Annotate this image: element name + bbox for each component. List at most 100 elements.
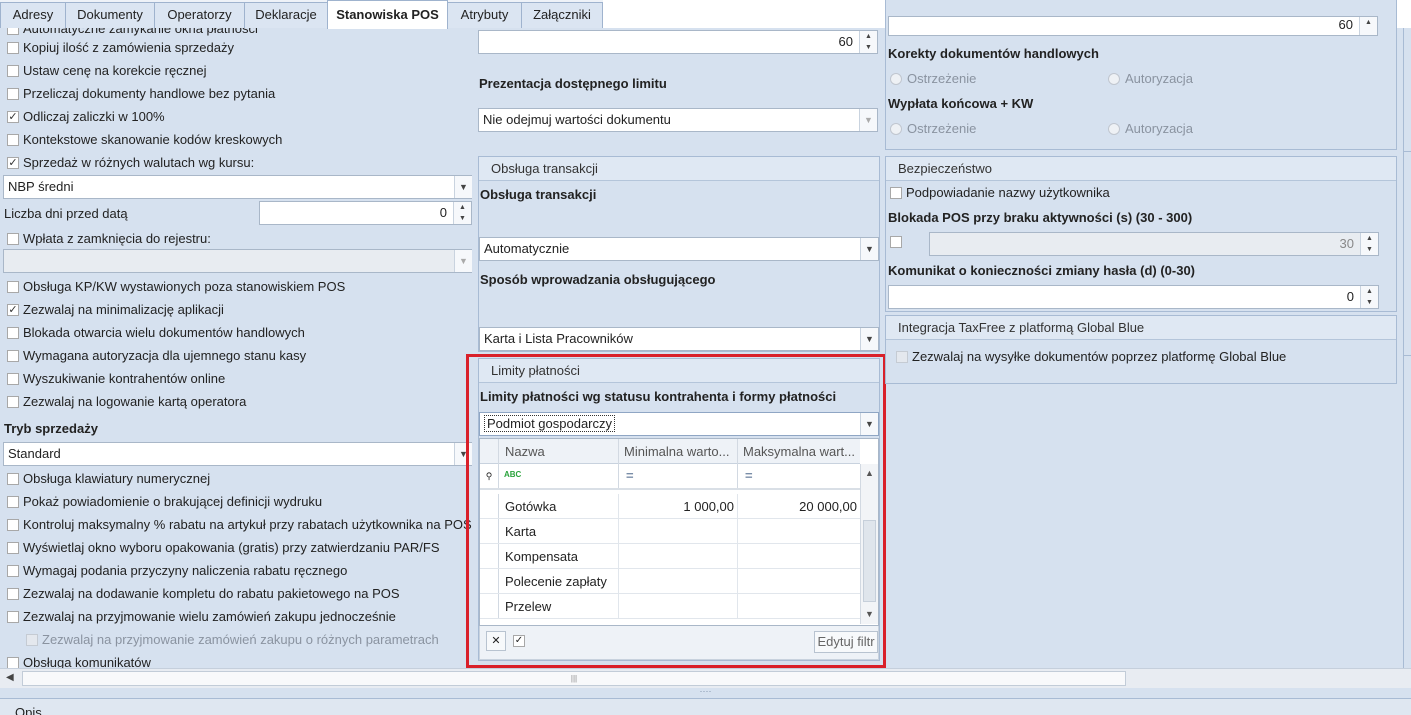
closing-payment-label: Wpłata z zamknięcia do rejestru: — [23, 231, 211, 246]
sub-option-checkbox[interactable] — [26, 634, 38, 646]
pos-lock-input[interactable]: 30 ▲ ▼ — [929, 232, 1379, 256]
sales-mode-label: Tryb sprzedaży — [4, 421, 98, 436]
sub-option-label: Zezwalaj na przyjmowanie zamówień zakupu… — [42, 632, 439, 647]
option-checkbox[interactable] — [7, 542, 19, 554]
final-payment-label: Wypłata końcowa + KW — [888, 96, 1034, 111]
security-group-title: Bezpieczeństwo — [886, 157, 1396, 181]
taxfree-group: Integracja TaxFree z platformą Global Bl… — [885, 315, 1397, 384]
spinner-icon[interactable]: ▲ ▼ — [1360, 233, 1378, 255]
tab-zalaczniki[interactable]: Załączniki — [521, 2, 603, 28]
option-checkbox[interactable] — [7, 42, 19, 54]
pos-lock-value: 30 — [1339, 236, 1354, 251]
corrections-label: Korekty dokumentów handlowych — [888, 46, 1099, 61]
limit-presentation-select[interactable]: Nie odejmuj wartości dokumentu ▼ — [478, 108, 878, 132]
option-checkbox[interactable] — [7, 350, 19, 362]
chevron-down-icon[interactable]: ▼ — [859, 109, 877, 131]
right-top-number-input[interactable]: 60 ▲ — [888, 16, 1378, 36]
option-label: Wyświetlaj okno wyboru opakowania (grati… — [23, 540, 440, 555]
option-checkbox[interactable] — [7, 281, 19, 293]
tab-dokumenty[interactable]: Dokumenty — [65, 2, 155, 28]
option-label: Kontroluj maksymalny % rabatu na artykuł… — [23, 517, 472, 532]
option-label: Odliczaj zaliczki w 100% — [23, 109, 165, 124]
option-checkbox[interactable] — [7, 373, 19, 385]
pos-lock-checkbox[interactable] — [890, 236, 902, 248]
suggest-username-label: Podpowiadanie nazwy użytkownika — [906, 185, 1110, 200]
option-label: Zezwalaj na przyjmowanie wielu zamówień … — [23, 609, 396, 624]
option-checkbox[interactable] — [7, 473, 19, 485]
spinner-icon[interactable]: ▲ ▼ — [453, 202, 471, 224]
sales-mode-value: Standard — [8, 446, 61, 461]
middle-top-number-value: 60 — [838, 34, 853, 49]
password-change-label: Komunikat o konieczności zmiany hasła (d… — [888, 263, 1196, 278]
tab-stanowiska-pos[interactable]: Stanowiska POS — [327, 0, 448, 29]
option-checkbox[interactable] — [7, 565, 19, 577]
option-label: Blokada otwarcia wielu dokumentów handlo… — [23, 325, 305, 340]
scroll-left-icon[interactable]: ◀ — [6, 672, 14, 683]
messages-checkbox[interactable] — [7, 657, 19, 668]
transactions-group: Obsługa transakcji Obsługa transakcji Au… — [478, 156, 880, 352]
option-checkbox[interactable]: ✓ — [7, 111, 19, 123]
option-checkbox[interactable] — [7, 396, 19, 408]
taxfree-option-label: Zezwalaj na wysyłke dokumentów poprzez p… — [912, 349, 1287, 364]
taxfree-checkbox[interactable] — [896, 351, 908, 363]
transactions-group-title: Obsługa transakcji — [479, 157, 879, 181]
description-section: Opis — [0, 698, 1411, 715]
option-label: Przeliczaj dokumenty handlowe bez pytani… — [23, 86, 276, 101]
option-checkbox[interactable]: ✓ — [7, 304, 19, 316]
closing-payment-select[interactable]: ▼ — [3, 249, 472, 273]
spinner-icon[interactable]: ▲ — [1359, 17, 1377, 35]
option-checkbox[interactable] — [7, 496, 19, 508]
final-payment-authorization-label: Autoryzacja — [1125, 121, 1193, 136]
horizontal-scrollbar[interactable]: ◀ ||| — [0, 668, 1411, 688]
final-payment-warning-label: Ostrzeżenie — [907, 121, 977, 136]
limit-presentation-label: Prezentacja dostępnego limitu — [479, 76, 667, 91]
option-label: Zezwalaj na minimalizację aplikacji — [23, 302, 224, 317]
tab-operatorzy[interactable]: Operatorzy — [154, 2, 245, 28]
security-group: Bezpieczeństwo Podpowiadanie nazwy użytk… — [885, 156, 1397, 312]
days-before-input[interactable]: 0 ▲ ▼ — [259, 201, 472, 225]
days-before-label: Liczba dni przed datą — [4, 206, 128, 221]
corrections-warning-radio[interactable] — [890, 73, 902, 85]
left-panel: Automatyczne zamykanie okna płatności Ko… — [0, 28, 472, 668]
input-method-select[interactable]: Karta i Lista Pracowników ▼ — [479, 327, 879, 351]
splitter-handle[interactable]: ···· — [0, 687, 1411, 698]
middle-top-number-input[interactable]: 60 ▲ ▼ — [478, 30, 878, 54]
option-checkbox[interactable]: ✓ — [7, 157, 19, 169]
option-checkbox[interactable] — [7, 65, 19, 77]
chevron-down-icon[interactable]: ▼ — [860, 238, 878, 260]
horizontal-scroll-thumb[interactable]: ||| — [22, 671, 1126, 686]
option-label: Pokaż powiadomienie o brakującej definic… — [23, 494, 323, 509]
chevron-down-icon[interactable]: ▼ — [860, 328, 878, 350]
limit-presentation-value: Nie odejmuj wartości dokumentu — [483, 112, 671, 127]
tab-deklaracje[interactable]: Deklaracje — [244, 2, 328, 28]
chevron-down-icon[interactable]: ▼ — [454, 250, 472, 272]
option-checkbox[interactable] — [7, 519, 19, 531]
chevron-down-icon[interactable]: ▼ — [454, 176, 472, 198]
spinner-icon[interactable]: ▲ ▼ — [1360, 286, 1378, 308]
auto-close-checkbox[interactable] — [7, 28, 19, 35]
option-label: Zezwalaj na dodawanie kompletu do rabatu… — [23, 586, 400, 601]
suggest-username-checkbox[interactable] — [890, 187, 902, 199]
option-checkbox[interactable] — [7, 611, 19, 623]
option-checkbox[interactable] — [7, 327, 19, 339]
final-payment-warning-radio[interactable] — [890, 123, 902, 135]
option-checkbox[interactable] — [7, 134, 19, 146]
sales-mode-select[interactable]: Standard ▼ — [3, 442, 472, 466]
final-payment-authorization-radio[interactable] — [1108, 123, 1120, 135]
corrections-warning-label: Ostrzeżenie — [907, 71, 977, 86]
pos-lock-label: Blokada POS przy braku aktywności (s) (3… — [888, 210, 1193, 225]
closing-payment-checkbox[interactable] — [7, 233, 19, 245]
spinner-icon[interactable]: ▲ ▼ — [859, 31, 877, 53]
transactions-select[interactable]: Automatycznie ▼ — [479, 237, 879, 261]
tab-atrybuty[interactable]: Atrybuty — [447, 2, 522, 28]
option-checkbox[interactable] — [7, 588, 19, 600]
tab-adresy[interactable]: Adresy — [0, 2, 66, 28]
currency-rate-value: NBP średni — [8, 179, 74, 194]
option-checkbox[interactable] — [7, 88, 19, 100]
password-change-input[interactable]: 0 ▲ ▼ — [888, 285, 1379, 309]
corrections-authorization-radio[interactable] — [1108, 73, 1120, 85]
currency-rate-select[interactable]: NBP średni ▼ — [3, 175, 472, 199]
taxfree-group-title: Integracja TaxFree z platformą Global Bl… — [886, 316, 1396, 340]
transactions-value: Automatycznie — [484, 241, 570, 256]
option-label: Zezwalaj na logowanie kartą operatora — [23, 394, 247, 409]
